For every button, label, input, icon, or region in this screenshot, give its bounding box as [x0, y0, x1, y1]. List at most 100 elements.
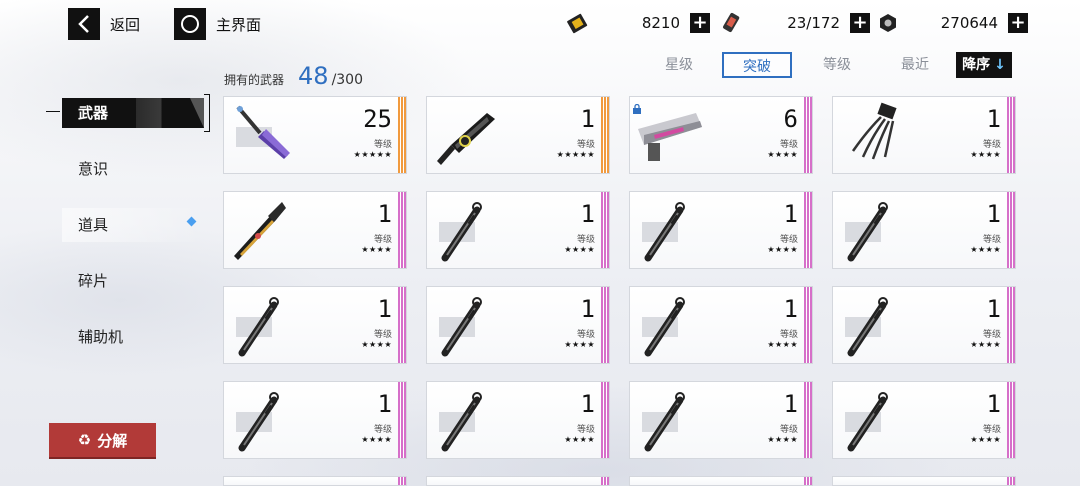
- weapon-card[interactable]: 1 等级 ★★★★: [223, 286, 407, 364]
- home-label: 主界面: [216, 15, 262, 34]
- rarity-bar: [804, 477, 812, 485]
- weapon-card[interactable]: 1 等级 ★★★★: [426, 191, 610, 269]
- nav-item-memory[interactable]: 意识: [62, 152, 202, 186]
- decompose-button[interactable]: ♻ 分解: [49, 423, 156, 457]
- weapon-card-partial[interactable]: [629, 476, 813, 486]
- weapon-card[interactable]: 1 等级 ★★★★: [832, 381, 1016, 459]
- owned-count: 48: [298, 62, 329, 90]
- weapon-level: 1: [580, 295, 595, 323]
- purple-blade-icon: [228, 101, 300, 171]
- energy-canister-icon: [720, 12, 744, 34]
- weapon-stars: ★★★★: [767, 435, 798, 444]
- weapon-card[interactable]: 6 等级 ★★★★: [629, 96, 813, 174]
- weapon-stars: ★★★★: [564, 340, 595, 349]
- nav-item-label: 道具: [78, 216, 109, 234]
- weapon-stars: ★★★★: [361, 340, 392, 349]
- nav-item-label: 碎片: [78, 272, 109, 290]
- weapon-level-label: 等级: [576, 140, 595, 150]
- weapon-level: 1: [580, 200, 595, 228]
- weapon-level: 1: [580, 105, 595, 133]
- weapon-card[interactable]: 1 等级 ★★★★: [832, 96, 1016, 174]
- weapon-level-label: 等级: [982, 330, 1001, 340]
- weapon-level: 1: [783, 295, 798, 323]
- rarity-bar: [804, 97, 812, 173]
- weapon-card-partial[interactable]: [223, 476, 407, 486]
- weapon-level: 1: [986, 390, 1001, 418]
- weapon-level-label: 等级: [779, 235, 798, 245]
- weapon-card-partial[interactable]: [832, 476, 1016, 486]
- weapon-level-label: 等级: [576, 425, 595, 435]
- weapon-card[interactable]: 1 等级 ★★★★★: [426, 96, 610, 174]
- lock-icon: [632, 99, 642, 114]
- owned-total: /300: [331, 72, 364, 88]
- nav-selection-bracket: [204, 94, 210, 132]
- weapon-level: 1: [783, 390, 798, 418]
- rarity-bar: [601, 97, 609, 173]
- weapon-level-label: 等级: [576, 235, 595, 245]
- claw-icon: [837, 101, 909, 171]
- weapon-level: 1: [986, 295, 1001, 323]
- weapon-card-partial[interactable]: [426, 476, 610, 486]
- weapon-card[interactable]: 1 等级 ★★★★: [223, 381, 407, 459]
- weapon-card[interactable]: 1 等级 ★★★★: [223, 191, 407, 269]
- rarity-bar: [1007, 477, 1015, 485]
- rarity-bar: [398, 382, 406, 458]
- weapon-card[interactable]: 1 等级 ★★★★: [426, 381, 610, 459]
- sword-icon: [228, 386, 300, 456]
- back-button[interactable]: 返回: [68, 8, 140, 40]
- resource-energy: 23/172 +: [720, 10, 870, 36]
- weapon-card[interactable]: 1 等级 ★★★★: [629, 381, 813, 459]
- nav-item-label: 意识: [78, 160, 109, 178]
- sort-by-level[interactable]: 等级: [808, 52, 866, 78]
- sort-by-recent[interactable]: 最近: [886, 52, 944, 78]
- ticket-icon: [566, 12, 590, 34]
- sort-order-toggle[interactable]: 降序 ↓: [956, 52, 1012, 78]
- weapon-stars: ★★★★: [767, 150, 798, 159]
- weapon-card[interactable]: 1 等级 ★★★★: [629, 286, 813, 364]
- weapon-level: 1: [377, 295, 392, 323]
- weapon-card[interactable]: 1 等级 ★★★★: [832, 286, 1016, 364]
- home-button[interactable]: 主界面: [174, 8, 261, 40]
- sort-by-breakthrough[interactable]: 突破: [722, 52, 792, 78]
- rarity-bar: [398, 192, 406, 268]
- nav-item-support-unit[interactable]: 辅助机: [62, 320, 202, 354]
- sword-icon: [837, 291, 909, 361]
- down-arrow-icon: ↓: [994, 57, 1006, 73]
- sword-icon: [634, 291, 706, 361]
- cannon-icon: [634, 101, 706, 171]
- weapon-stars: ★★★★: [564, 435, 595, 444]
- add-energy-button[interactable]: +: [850, 13, 870, 33]
- weapon-level: 1: [377, 200, 392, 228]
- decompose-label: 分解: [97, 431, 128, 450]
- sword-icon: [431, 386, 503, 456]
- nav-item-weapons[interactable]: 武器: [62, 98, 204, 128]
- weapon-level-label: 等级: [779, 425, 798, 435]
- sort-by-star[interactable]: 星级: [650, 52, 708, 78]
- weapon-stars: ★★★★: [970, 150, 1001, 159]
- weapon-level-label: 等级: [779, 330, 798, 340]
- sword-icon: [431, 291, 503, 361]
- add-coin-button[interactable]: +: [1008, 13, 1028, 33]
- rarity-bar: [804, 382, 812, 458]
- weapon-card[interactable]: 1 等级 ★★★★: [426, 286, 610, 364]
- weapon-stars: ★★★★: [767, 245, 798, 254]
- nav-item-items[interactable]: 道具: [62, 208, 202, 242]
- energy-count: 23/172: [787, 14, 840, 32]
- sword-icon: [431, 196, 503, 266]
- nav-item-fragments[interactable]: 碎片: [62, 264, 202, 298]
- sort-order-label: 降序: [962, 57, 991, 73]
- sword-icon: [837, 196, 909, 266]
- weapon-stars: ★★★★: [970, 340, 1001, 349]
- weapon-level: 1: [783, 200, 798, 228]
- weapon-stars: ★★★★: [564, 245, 595, 254]
- weapon-card[interactable]: 25 等级 ★★★★★: [223, 96, 407, 174]
- weapon-card[interactable]: 1 等级 ★★★★: [832, 191, 1016, 269]
- add-ticket-button[interactable]: +: [690, 13, 710, 33]
- weapon-level-label: 等级: [982, 140, 1001, 150]
- rarity-bar: [1007, 97, 1015, 173]
- weapon-level-label: 等级: [779, 140, 798, 150]
- weapon-stars: ★★★★★: [556, 150, 595, 159]
- rarity-bar: [601, 477, 609, 485]
- sword-icon: [634, 386, 706, 456]
- weapon-card[interactable]: 1 等级 ★★★★: [629, 191, 813, 269]
